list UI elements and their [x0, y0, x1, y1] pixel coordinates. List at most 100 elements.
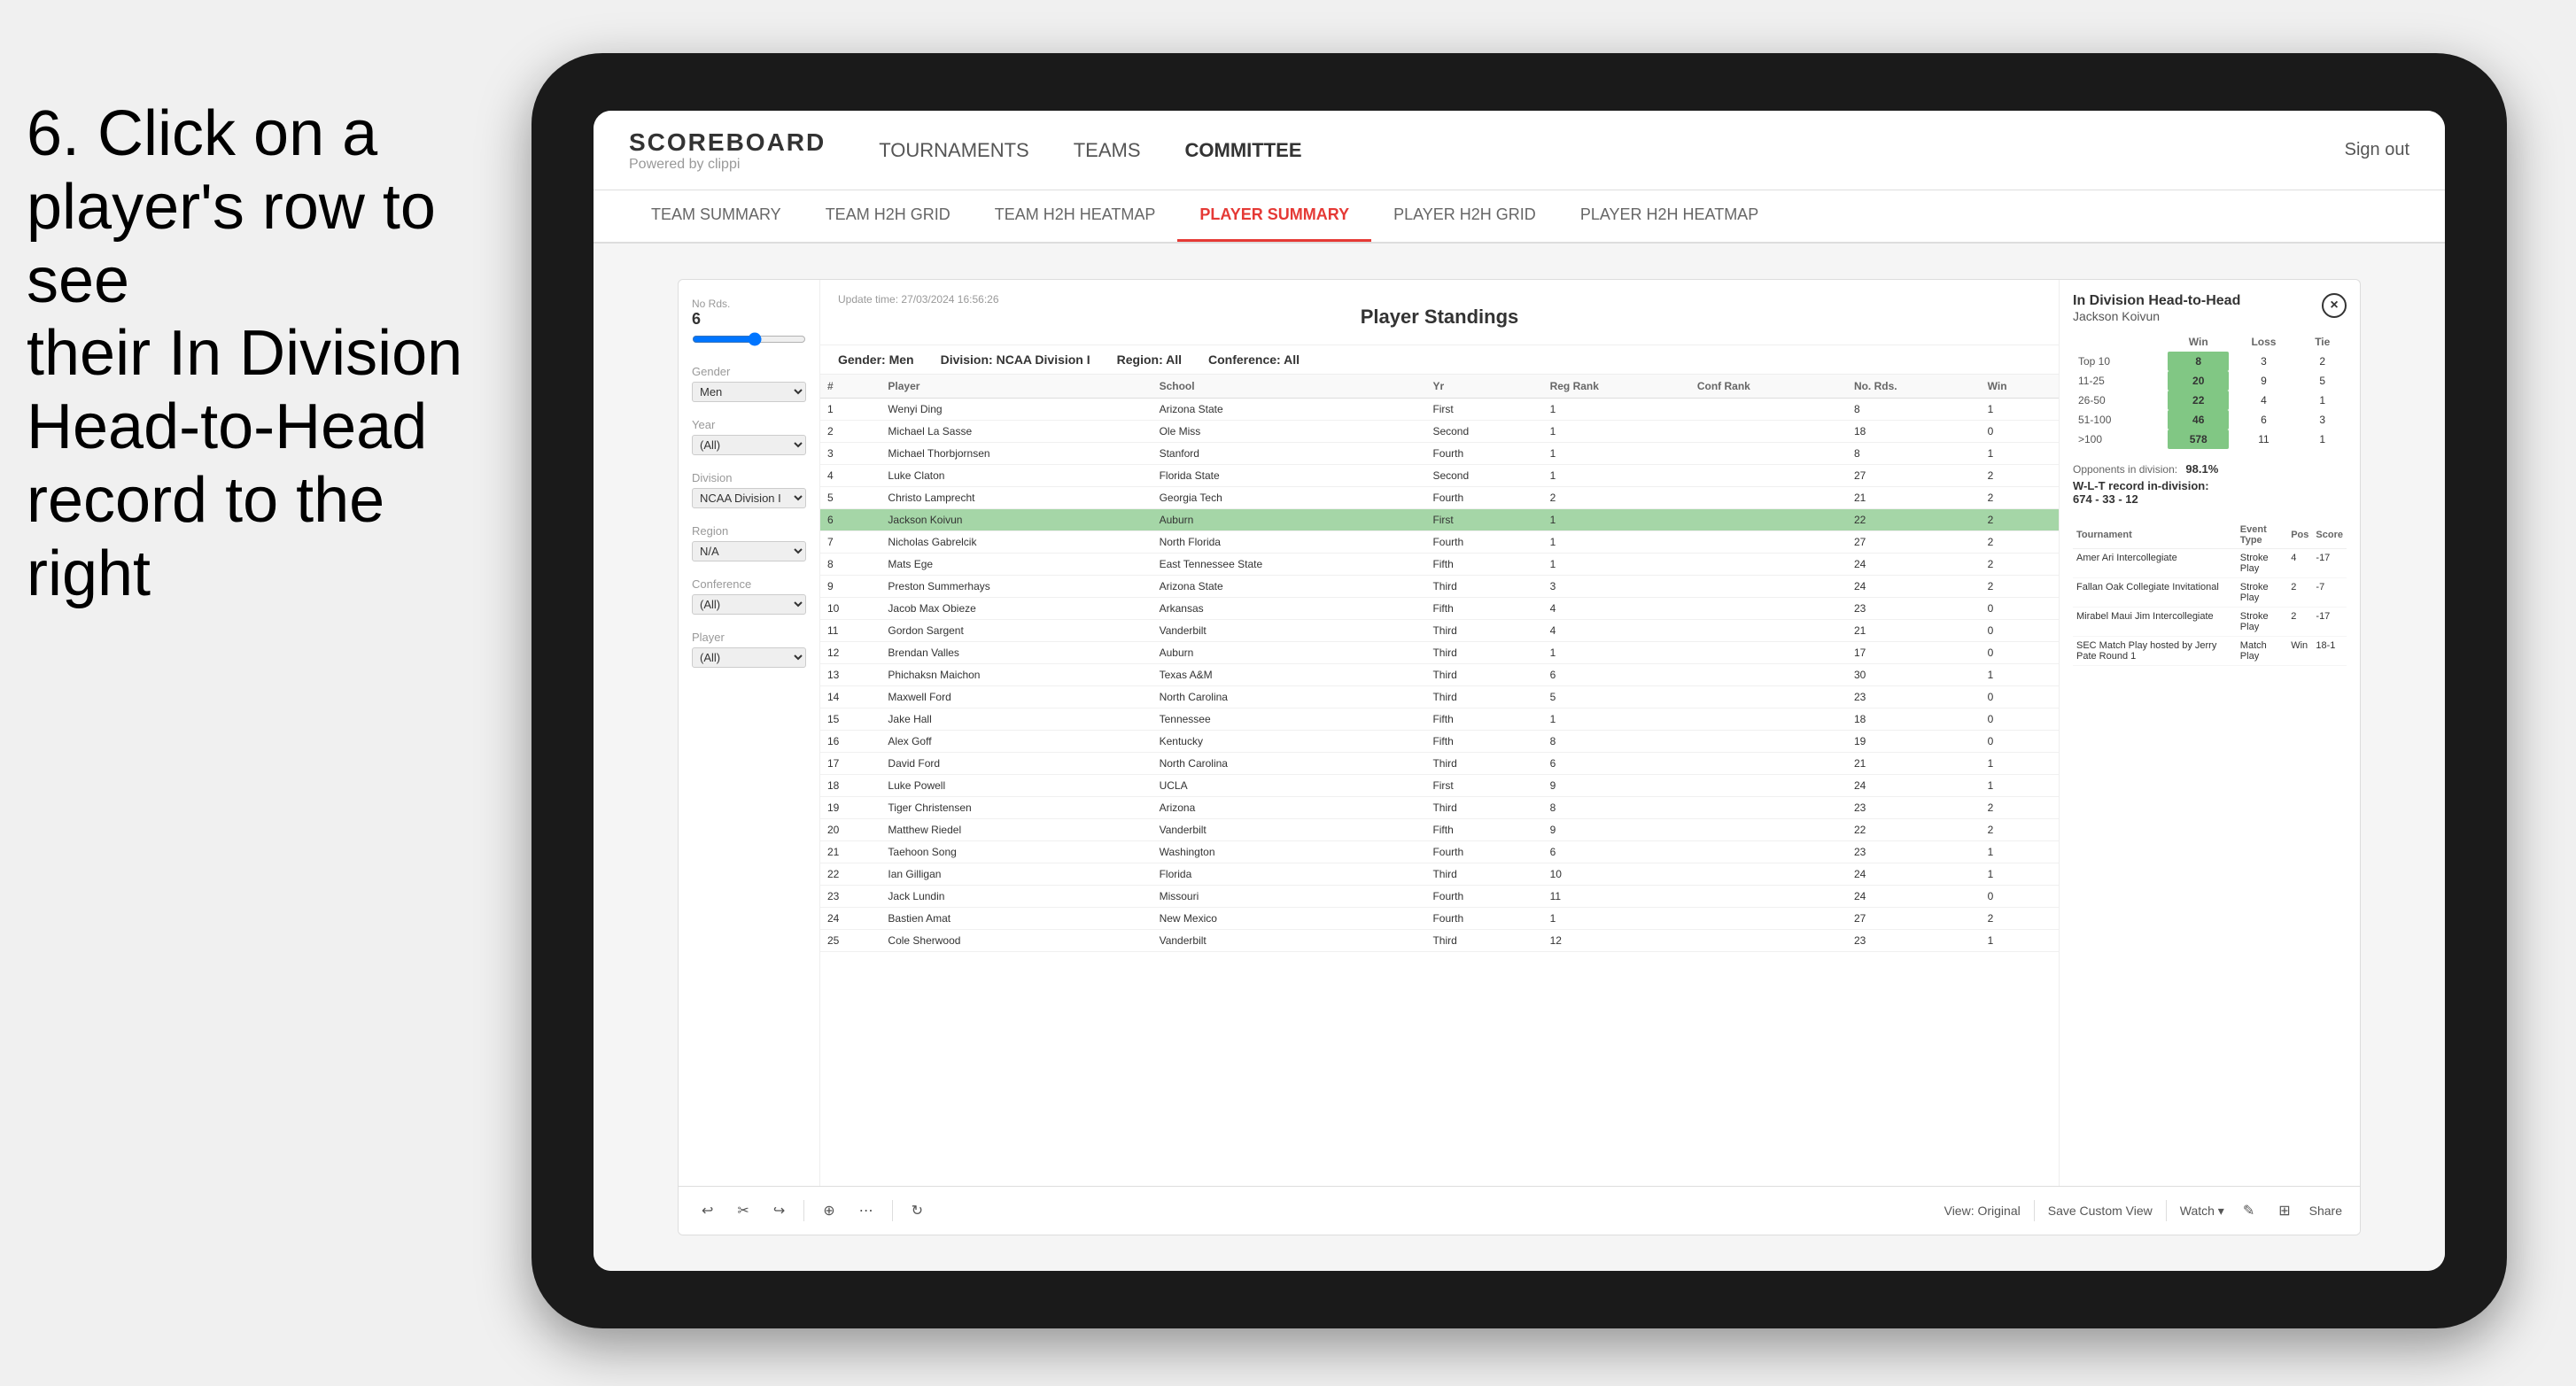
- table-row[interactable]: 24 Bastien Amat New Mexico Fourth 1 27 2: [820, 908, 2059, 930]
- table-row[interactable]: 21 Taehoon Song Washington Fourth 6 23 1: [820, 841, 2059, 863]
- sub-nav-team-h2h-heatmap[interactable]: TEAM H2H HEATMAP: [973, 190, 1178, 242]
- table-row[interactable]: 9 Preston Summerhays Arizona State Third…: [820, 576, 2059, 598]
- cell-yr: Fifth: [1425, 708, 1542, 731]
- table-row[interactable]: 17 David Ford North Carolina Third 6 21 …: [820, 753, 2059, 775]
- grid-button[interactable]: ⊞: [2273, 1198, 2295, 1223]
- table-row[interactable]: 4 Luke Claton Florida State Second 1 27 …: [820, 465, 2059, 487]
- tourn-score: -17: [2312, 608, 2347, 637]
- nav-committee[interactable]: COMMITTEE: [1185, 135, 1302, 166]
- cell-player: Jack Lundin: [881, 886, 1152, 908]
- cell-win: 1: [1981, 863, 2059, 886]
- cell-rds: 21: [1847, 487, 1981, 509]
- cell-num: 16: [820, 731, 881, 753]
- refresh-button[interactable]: ↻: [906, 1198, 928, 1223]
- sub-nav-team-summary[interactable]: TEAM SUMMARY: [629, 190, 803, 242]
- region-display: Region: All: [1117, 352, 1182, 367]
- cell-player: Michael Thorbjornsen: [881, 443, 1152, 465]
- table-row[interactable]: 5 Christo Lamprecht Georgia Tech Fourth …: [820, 487, 2059, 509]
- cell-school: North Florida: [1152, 531, 1426, 554]
- table-row[interactable]: 10 Jacob Max Obieze Arkansas Fifth 4 23 …: [820, 598, 2059, 620]
- year-select[interactable]: (All): [692, 435, 806, 455]
- table-row[interactable]: 19 Tiger Christensen Arizona Third 8 23 …: [820, 797, 2059, 819]
- redo-button[interactable]: ↪: [768, 1198, 790, 1223]
- cell-conf-rank: [1690, 531, 1847, 554]
- cell-conf-rank: [1690, 775, 1847, 797]
- h2h-tie-cell: 3: [2299, 410, 2347, 430]
- more-options-button[interactable]: ⋯: [854, 1198, 879, 1223]
- player-select[interactable]: (All): [692, 647, 806, 668]
- cell-win: 2: [1981, 465, 2059, 487]
- cell-yr: First: [1425, 399, 1542, 421]
- top-nav: SCOREBOARD Powered by clippi TOURNAMENTS…: [594, 111, 2445, 190]
- nav-teams[interactable]: TEAMS: [1074, 135, 1141, 166]
- cell-num: 21: [820, 841, 881, 863]
- table-row[interactable]: 8 Mats Ege East Tennessee State Fifth 1 …: [820, 554, 2059, 576]
- player-filter: Player (All): [692, 631, 806, 668]
- cell-rds: 24: [1847, 863, 1981, 886]
- cell-school: Arizona State: [1152, 399, 1426, 421]
- conference-display: Conference: All: [1208, 352, 1300, 367]
- cell-rds: 24: [1847, 886, 1981, 908]
- cell-school: Auburn: [1152, 642, 1426, 664]
- conference-select[interactable]: (All): [692, 594, 806, 615]
- table-row[interactable]: 18 Luke Powell UCLA First 9 24 1: [820, 775, 2059, 797]
- table-row[interactable]: 11 Gordon Sargent Vanderbilt Third 4 21 …: [820, 620, 2059, 642]
- h2h-loss-cell: 9: [2229, 371, 2298, 391]
- cell-conf-rank: [1690, 399, 1847, 421]
- table-row[interactable]: 6 Jackson Koivun Auburn First 1 22 2: [820, 509, 2059, 531]
- save-custom-button[interactable]: Save Custom View: [2048, 1204, 2153, 1218]
- undo-button[interactable]: ↩: [696, 1198, 718, 1223]
- cell-player: Matthew Riedel: [881, 819, 1152, 841]
- table-row[interactable]: 3 Michael Thorbjornsen Stanford Fourth 1…: [820, 443, 2059, 465]
- cell-yr: Fifth: [1425, 731, 1542, 753]
- tourn-type: Match Play: [2237, 637, 2287, 666]
- table-row[interactable]: 25 Cole Sherwood Vanderbilt Third 12 23 …: [820, 930, 2059, 952]
- view-original-button[interactable]: View: Original: [1944, 1204, 2021, 1218]
- region-select[interactable]: N/A: [692, 541, 806, 561]
- panel-body: No Rds. 6 Gender Men Year: [679, 280, 2360, 1186]
- toolbar-sep-4: [2166, 1200, 2167, 1221]
- table-row[interactable]: 14 Maxwell Ford North Carolina Third 5 2…: [820, 686, 2059, 708]
- table-row[interactable]: 20 Matthew Riedel Vanderbilt Fifth 9 22 …: [820, 819, 2059, 841]
- table-row[interactable]: 13 Phichaksn Maichon Texas A&M Third 6 3…: [820, 664, 2059, 686]
- player-table: # Player School Yr Reg Rank Conf Rank No…: [820, 375, 2059, 1186]
- table-row[interactable]: 23 Jack Lundin Missouri Fourth 11 24 0: [820, 886, 2059, 908]
- table-row[interactable]: 2 Michael La Sasse Ole Miss Second 1 18 …: [820, 421, 2059, 443]
- cell-win: 2: [1981, 487, 2059, 509]
- cell-yr: Third: [1425, 930, 1542, 952]
- h2h-row: Top 10 8 3 2: [2073, 352, 2347, 371]
- table-row[interactable]: 1 Wenyi Ding Arizona State First 1 8 1: [820, 399, 2059, 421]
- no-rds-slider[interactable]: [692, 332, 806, 346]
- cell-yr: First: [1425, 775, 1542, 797]
- table-row[interactable]: 12 Brendan Valles Auburn Third 1 17 0: [820, 642, 2059, 664]
- filter-row: Gender: Men Division: NCAA Division I Re…: [820, 345, 2059, 375]
- cell-rds: 19: [1847, 731, 1981, 753]
- division-select[interactable]: NCAA Division I: [692, 488, 806, 508]
- cell-win: 0: [1981, 598, 2059, 620]
- watch-button[interactable]: Watch ▾: [2180, 1204, 2224, 1219]
- sub-nav-player-h2h-grid[interactable]: PLAYER H2H GRID: [1371, 190, 1558, 242]
- cell-yr: Fourth: [1425, 886, 1542, 908]
- table-row[interactable]: 7 Nicholas Gabrelcik North Florida Fourt…: [820, 531, 2059, 554]
- cut-button[interactable]: ✂: [732, 1198, 754, 1223]
- gender-select[interactable]: Men: [692, 382, 806, 402]
- cell-reg-rank: 9: [1543, 775, 1690, 797]
- copy-button[interactable]: ⊕: [818, 1198, 840, 1223]
- cell-num: 19: [820, 797, 881, 819]
- table-row[interactable]: 22 Ian Gilligan Florida Third 10 24 1: [820, 863, 2059, 886]
- sign-out-button[interactable]: Sign out: [2345, 140, 2409, 160]
- sub-nav-player-h2h-heatmap[interactable]: PLAYER H2H HEATMAP: [1558, 190, 1781, 242]
- tourn-col-score: Score: [2312, 522, 2347, 549]
- h2h-close-button[interactable]: ×: [2322, 293, 2347, 318]
- annotation-button[interactable]: ✎: [2238, 1198, 2260, 1223]
- cell-player: Nicholas Gabrelcik: [881, 531, 1152, 554]
- table-row[interactable]: 15 Jake Hall Tennessee Fifth 1 18 0: [820, 708, 2059, 731]
- table-row[interactable]: 16 Alex Goff Kentucky Fifth 8 19 0: [820, 731, 2059, 753]
- nav-tournaments[interactable]: TOURNAMENTS: [879, 135, 1029, 166]
- sub-nav-team-h2h-grid[interactable]: TEAM H2H GRID: [803, 190, 973, 242]
- share-button[interactable]: Share: [2309, 1204, 2342, 1218]
- sub-nav-player-summary[interactable]: PLAYER SUMMARY: [1177, 190, 1371, 242]
- tourn-pos: Win: [2287, 637, 2312, 666]
- cell-conf-rank: [1690, 731, 1847, 753]
- cell-reg-rank: 3: [1543, 576, 1690, 598]
